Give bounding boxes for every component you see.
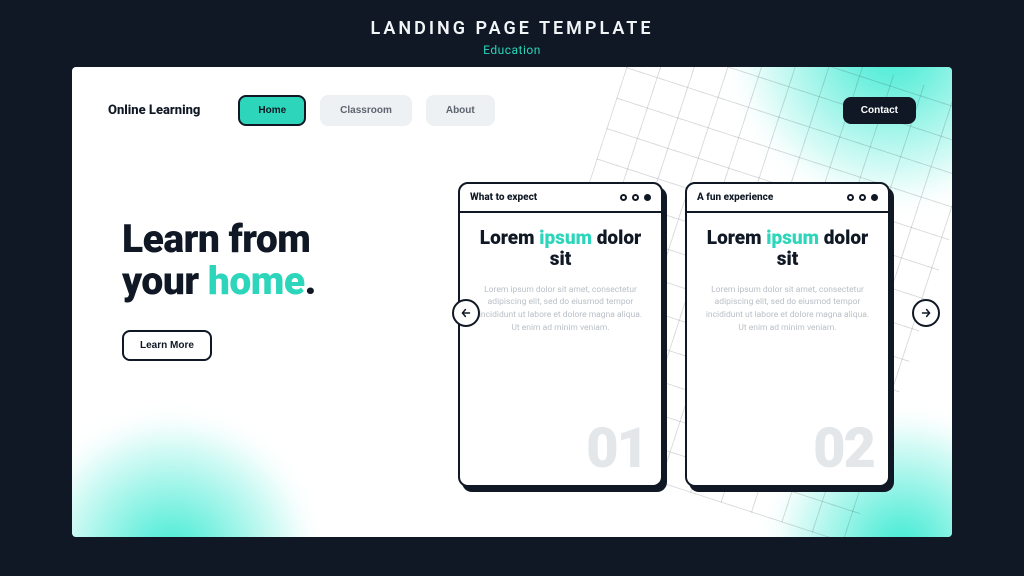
contact-button[interactable]: Contact	[843, 97, 916, 124]
arrow-right-icon	[919, 306, 933, 320]
nav-about-button[interactable]: About	[426, 95, 495, 126]
card-heading: Lorem ipsum dolor sit	[703, 227, 872, 270]
feature-card: A fun experience Lorem ipsum dolor sit L…	[685, 182, 890, 487]
learn-more-button[interactable]: Learn More	[122, 330, 212, 361]
hero-copy: Learn from your home. Learn More	[122, 182, 442, 361]
window-dot-icon	[620, 194, 627, 201]
nav-classroom-button[interactable]: Classroom	[320, 95, 412, 126]
card-description: Lorem ipsum dolor sit amet, consectetur …	[476, 284, 645, 335]
card-body: Lorem ipsum dolor sit Lorem ipsum dolor …	[687, 213, 888, 478]
window-dot-icon	[632, 194, 639, 201]
hero-section: Learn from your home. Learn More What to…	[72, 126, 952, 487]
carousel-prev-button[interactable]	[452, 299, 480, 327]
card-titlebar: What to expect	[460, 184, 661, 213]
nav-home-button[interactable]: Home	[238, 95, 306, 126]
card-heading-a: Lorem	[707, 226, 766, 249]
window-dot-icon	[859, 194, 866, 201]
page-meta: LANDING PAGE TEMPLATE Education	[370, 0, 653, 67]
arrow-left-icon	[459, 306, 473, 320]
card-number: 01	[586, 420, 647, 476]
card-description: Lorem ipsum dolor sit amet, consectetur …	[703, 284, 872, 335]
headline-accent: home	[208, 258, 305, 304]
top-nav: Online Learning Home Classroom About Con…	[72, 67, 952, 126]
window-controls-icon	[847, 194, 878, 201]
carousel-next-button[interactable]	[912, 299, 940, 327]
card-titlebar-label: What to expect	[470, 192, 537, 203]
feature-card: What to expect Lorem ipsum dolor sit Lor…	[458, 182, 663, 487]
card-number: 02	[813, 420, 874, 476]
page-title: LANDING PAGE TEMPLATE	[370, 18, 653, 39]
window-dot-icon	[871, 194, 878, 201]
card-titlebar-label: A fun experience	[697, 192, 773, 203]
card-heading-accent: ipsum	[766, 226, 819, 249]
card-heading-accent: ipsum	[539, 226, 592, 249]
card-heading-a: Lorem	[480, 226, 539, 249]
headline-line2a: your	[122, 258, 208, 304]
landing-canvas: Online Learning Home Classroom About Con…	[72, 67, 952, 537]
headline-line1: Learn from	[122, 216, 310, 262]
headline-dot: .	[305, 258, 316, 304]
headline: Learn from your home.	[122, 218, 442, 302]
card-body: Lorem ipsum dolor sit Lorem ipsum dolor …	[460, 213, 661, 478]
window-controls-icon	[620, 194, 651, 201]
brand-logo: Online Learning	[108, 103, 200, 118]
window-dot-icon	[644, 194, 651, 201]
card-heading: Lorem ipsum dolor sit	[476, 227, 645, 270]
card-titlebar: A fun experience	[687, 184, 888, 213]
page-subtitle: Education	[370, 43, 653, 57]
window-dot-icon	[847, 194, 854, 201]
cards-carousel: What to expect Lorem ipsum dolor sit Lor…	[458, 182, 916, 487]
